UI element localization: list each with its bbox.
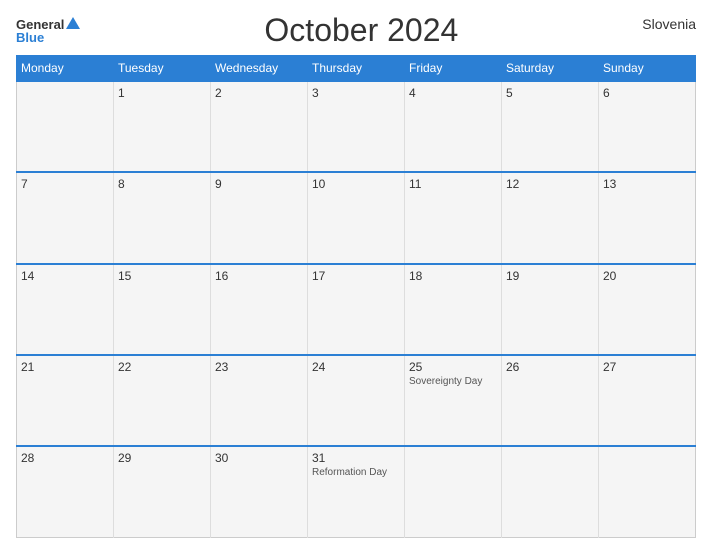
calendar-day-cell: 16 <box>211 264 308 355</box>
day-number: 25 <box>409 360 497 374</box>
calendar-day-cell: 8 <box>114 172 211 263</box>
day-number: 23 <box>215 360 303 374</box>
day-number: 27 <box>603 360 691 374</box>
calendar-day-cell: 3 <box>308 81 405 172</box>
calendar-day-cell: 12 <box>502 172 599 263</box>
calendar-header-row: Monday Tuesday Wednesday Thursday Friday… <box>17 56 696 82</box>
day-number: 5 <box>506 86 594 100</box>
calendar-day-cell: 21 <box>17 355 114 446</box>
col-monday: Monday <box>17 56 114 82</box>
day-number: 30 <box>215 451 303 465</box>
col-thursday: Thursday <box>308 56 405 82</box>
calendar-day-cell: 10 <box>308 172 405 263</box>
day-event: Sovereignty Day <box>409 376 497 387</box>
day-number: 2 <box>215 86 303 100</box>
day-number: 4 <box>409 86 497 100</box>
day-number: 1 <box>118 86 206 100</box>
day-number: 22 <box>118 360 206 374</box>
calendar-week-row: 21 22 23 24 25 Sovereignty Day 26 27 <box>17 355 696 446</box>
calendar-day-cell: 27 <box>599 355 696 446</box>
calendar-week-row: 123456 <box>17 81 696 172</box>
day-number: 26 <box>506 360 594 374</box>
calendar-day-cell: 11 <box>405 172 502 263</box>
calendar-day-cell: 25 Sovereignty Day <box>405 355 502 446</box>
logo-general: General <box>16 18 64 31</box>
day-number: 14 <box>21 269 109 283</box>
calendar-day-cell: 17 <box>308 264 405 355</box>
calendar-day-cell: 1 <box>114 81 211 172</box>
col-saturday: Saturday <box>502 56 599 82</box>
logo-blue: Blue <box>16 31 44 44</box>
calendar-day-cell: 4 <box>405 81 502 172</box>
calendar-day-cell: 20 <box>599 264 696 355</box>
calendar-day-cell <box>502 446 599 537</box>
day-number: 8 <box>118 177 206 191</box>
calendar-day-cell: 2 <box>211 81 308 172</box>
calendar-day-cell: 29 <box>114 446 211 537</box>
calendar-day-cell: 30 <box>211 446 308 537</box>
day-number: 15 <box>118 269 206 283</box>
day-number: 12 <box>506 177 594 191</box>
country-label: Slovenia <box>642 16 696 32</box>
calendar-week-row: 14 15 16 17 18 19 20 <box>17 264 696 355</box>
day-number: 11 <box>409 177 497 191</box>
day-number: 17 <box>312 269 400 283</box>
calendar-day-cell <box>405 446 502 537</box>
calendar-day-cell: 13 <box>599 172 696 263</box>
calendar-day-cell <box>17 81 114 172</box>
calendar-day-cell: 24 <box>308 355 405 446</box>
day-number: 31 <box>312 451 400 465</box>
day-number: 13 <box>603 177 691 191</box>
day-number: 19 <box>506 269 594 283</box>
calendar-day-cell: 26 <box>502 355 599 446</box>
col-tuesday: Tuesday <box>114 56 211 82</box>
calendar-day-cell: 28 <box>17 446 114 537</box>
page-title: October 2024 <box>80 12 642 49</box>
calendar-table: Monday Tuesday Wednesday Thursday Friday… <box>16 55 696 538</box>
calendar-day-cell: 9 <box>211 172 308 263</box>
day-number: 18 <box>409 269 497 283</box>
page: General Blue October 2024 Slovenia Monda… <box>0 0 712 550</box>
day-number: 29 <box>118 451 206 465</box>
day-number: 20 <box>603 269 691 283</box>
day-number: 6 <box>603 86 691 100</box>
calendar-day-cell: 7 <box>17 172 114 263</box>
col-friday: Friday <box>405 56 502 82</box>
calendar-day-cell: 5 <box>502 81 599 172</box>
calendar-day-cell <box>599 446 696 537</box>
calendar-day-cell: 6 <box>599 81 696 172</box>
calendar-day-cell: 31 Reformation Day <box>308 446 405 537</box>
calendar-week-row: 28 29 30 31 Reformation Day <box>17 446 696 537</box>
header: General Blue October 2024 Slovenia <box>16 12 696 49</box>
day-number: 16 <box>215 269 303 283</box>
logo-triangle-icon <box>66 17 80 29</box>
day-number: 28 <box>21 451 109 465</box>
calendar-day-cell: 14 <box>17 264 114 355</box>
day-number: 7 <box>21 177 109 191</box>
day-event: Reformation Day <box>312 467 400 478</box>
logo: General Blue <box>16 17 80 44</box>
calendar-day-cell: 15 <box>114 264 211 355</box>
day-number: 3 <box>312 86 400 100</box>
calendar-week-row: 789 10 11 12 13 <box>17 172 696 263</box>
day-number: 21 <box>21 360 109 374</box>
calendar-day-cell: 22 <box>114 355 211 446</box>
day-number: 9 <box>215 177 303 191</box>
calendar-day-cell: 18 <box>405 264 502 355</box>
col-wednesday: Wednesday <box>211 56 308 82</box>
day-number: 24 <box>312 360 400 374</box>
calendar-day-cell: 19 <box>502 264 599 355</box>
day-number: 10 <box>312 177 400 191</box>
calendar-day-cell: 23 <box>211 355 308 446</box>
col-sunday: Sunday <box>599 56 696 82</box>
